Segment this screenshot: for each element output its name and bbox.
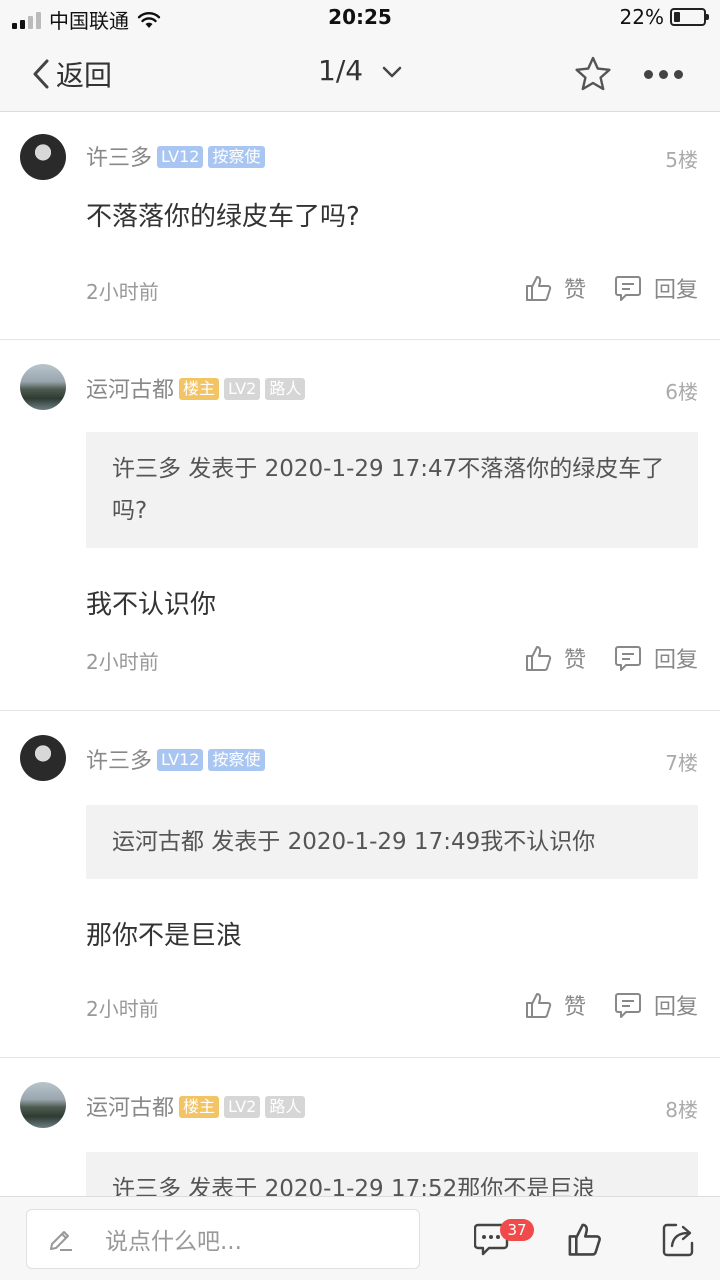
username[interactable]: 运河古都 [86, 378, 174, 403]
username-row: 运河古都 楼主 LV2 路人 [86, 372, 306, 404]
level-badge: LV12 [157, 146, 204, 168]
post-time: 2小时前 [86, 280, 159, 304]
comment-icon [615, 993, 641, 1018]
comment-icon [615, 646, 641, 671]
share-icon[interactable] [662, 1221, 696, 1257]
reply-button[interactable]: 回复 [614, 642, 698, 674]
battery-percent: 22% [619, 5, 664, 29]
comment-count-badge: 37 [500, 1219, 534, 1241]
reply-label: 回复 [654, 995, 699, 1020]
avatar[interactable] [20, 735, 66, 781]
pencil-icon [50, 1231, 72, 1251]
like-button[interactable]: 赞 [524, 989, 586, 1021]
post-content: 那你不是巨浪 [86, 921, 243, 951]
level-badge: LV12 [157, 749, 204, 771]
username-row: 许三多 LV12 按察使 [86, 140, 265, 172]
page-indicator: 1/4 [318, 54, 364, 87]
avatar[interactable] [20, 1082, 66, 1128]
thumbs-up-icon [526, 276, 552, 301]
reply-label: 回复 [654, 648, 699, 673]
post-time: 2小时前 [86, 997, 159, 1021]
chevron-down-icon [382, 66, 402, 78]
username-row: 运河古都 楼主 LV2 路人 [86, 1090, 306, 1122]
post-time: 2小时前 [86, 650, 159, 674]
thumbs-up-icon[interactable] [566, 1221, 602, 1257]
status-right: 22% [619, 5, 709, 29]
title-badge: 按察使 [208, 749, 265, 771]
avatar[interactable] [20, 364, 66, 410]
like-button[interactable]: 赞 [524, 642, 586, 674]
quote-block[interactable]: 许三多 发表于 2020-1-29 17:52那你不是巨浪 [86, 1152, 698, 1196]
username[interactable]: 许三多 [86, 749, 152, 774]
username[interactable]: 运河古都 [86, 1096, 174, 1121]
post-floor-7: 许三多 LV12 按察使 7楼 运河古都 发表于 2020-1-29 17:49我不… [0, 711, 720, 1058]
status-time: 20:25 [328, 5, 392, 29]
like-button[interactable]: 赞 [524, 272, 586, 304]
title-badge: 路人 [265, 1096, 306, 1118]
title-badge: 路人 [265, 378, 306, 400]
comment-placeholder: 说点什么吧... [105, 1229, 242, 1255]
post-content: 我不认识你 [86, 590, 217, 620]
thumbs-up-icon [526, 993, 552, 1018]
like-label: 赞 [564, 995, 587, 1020]
floor-number: 7楼 [665, 751, 698, 775]
nav-bar: 返回 1/4 [0, 36, 720, 112]
reply-label: 回复 [654, 278, 699, 303]
title-badge: 按察使 [208, 146, 265, 168]
post-floor-5: 许三多 LV12 按察使 5楼 不落落你的绿皮车了吗? 2小时前 赞 回复 [0, 112, 720, 340]
bottom-bar: 说点什么吧... 37 [0, 1196, 720, 1280]
quote-block[interactable]: 许三多 发表于 2020-1-29 17:47不落落你的绿皮车了吗? [86, 432, 698, 548]
like-label: 赞 [564, 648, 587, 673]
post-floor-6: 运河古都 楼主 LV2 路人 6楼 许三多 发表于 2020-1-29 17:47不落… [0, 340, 720, 711]
comment-input[interactable]: 说点什么吧... [26, 1209, 420, 1269]
floor-number: 8楼 [665, 1098, 698, 1122]
floor-number: 5楼 [665, 148, 698, 172]
page-selector[interactable]: 1/4 [0, 54, 720, 87]
level-badge: LV2 [224, 1096, 261, 1118]
username-row: 许三多 LV12 按察使 [86, 743, 265, 775]
reply-button[interactable]: 回复 [614, 989, 698, 1021]
comment-icon [615, 276, 641, 301]
quote-block[interactable]: 运河古都 发表于 2020-1-29 17:49我不认识你 [86, 805, 698, 879]
reply-button[interactable]: 回复 [614, 272, 698, 304]
avatar[interactable] [20, 134, 66, 180]
owner-badge: 楼主 [179, 1096, 220, 1118]
level-badge: LV2 [224, 378, 261, 400]
like-label: 赞 [564, 278, 587, 303]
owner-badge: 楼主 [179, 378, 220, 400]
post-floor-8: 运河古都 楼主 LV2 路人 8楼 许三多 发表于 2020-1-29 17:52那你… [0, 1058, 720, 1196]
star-icon[interactable] [574, 56, 612, 92]
floor-number: 6楼 [665, 380, 698, 404]
thumbs-up-icon [526, 646, 552, 671]
username[interactable]: 许三多 [86, 146, 152, 171]
post-content: 不落落你的绿皮车了吗? [86, 202, 360, 232]
status-bar: 中国联通 20:25 22% [0, 0, 720, 36]
battery-icon [670, 8, 709, 26]
more-icon[interactable] [644, 70, 683, 79]
